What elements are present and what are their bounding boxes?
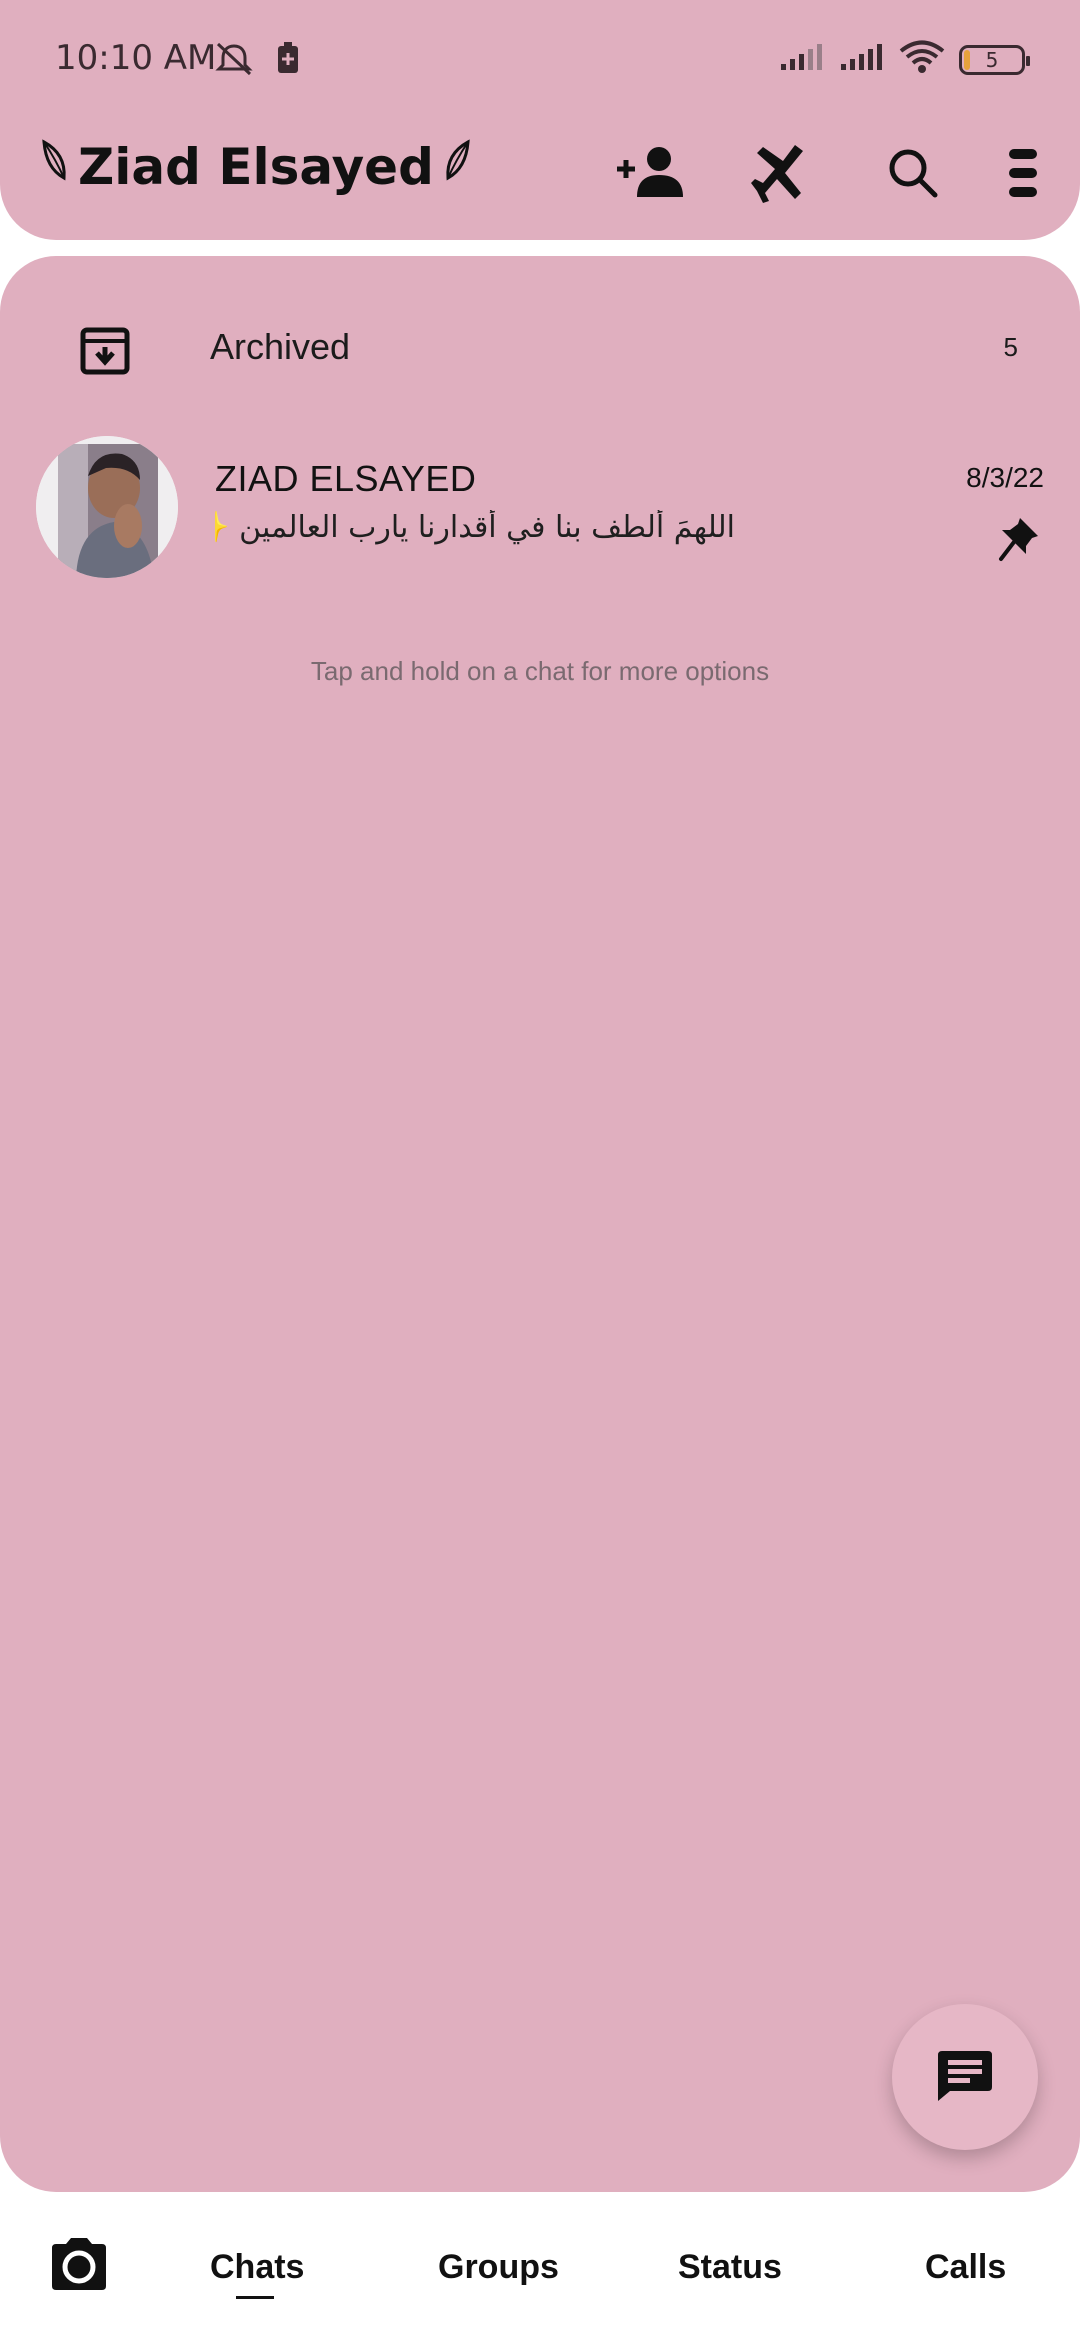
battery-icon: 5 xyxy=(959,44,1030,75)
menu-icon xyxy=(1006,147,1040,204)
add-contact-icon xyxy=(613,145,689,206)
chat-name: ZIAD ELSAYED xyxy=(215,458,477,499)
archived-row[interactable]: Archived 5 xyxy=(0,296,1080,406)
menu-button[interactable] xyxy=(978,130,1068,220)
app-title: Ziad Elsayed xyxy=(40,138,472,196)
status-right-icons: 5 xyxy=(779,40,1030,79)
avatar[interactable] xyxy=(36,436,178,578)
plane-icon xyxy=(749,141,813,210)
app-header: 10:10 AM 5 Ziad Elsayed xyxy=(0,0,1080,240)
status-bar: 10:10 AM 5 xyxy=(0,0,1080,120)
wifi-icon xyxy=(899,40,945,79)
header-title: Ziad Elsayed xyxy=(78,138,434,196)
search-icon xyxy=(887,147,939,204)
tab-chats[interactable]: Chats xyxy=(210,2248,304,2287)
chat-preview: اللهمَ ألطف بنا في أقدارنا يارب العالمين… xyxy=(215,510,735,545)
chat-list-panel: Archived 5 ZIAD ELSAYED 8/3/22 اللهمَ أل… xyxy=(0,256,1080,2192)
camera-icon xyxy=(48,2238,110,2296)
plane-button[interactable] xyxy=(736,130,826,220)
archived-label: Archived xyxy=(210,326,351,367)
add-contact-button[interactable] xyxy=(606,130,696,220)
status-left-icons xyxy=(212,40,300,81)
chat-list-item[interactable]: ZIAD ELSAYED 8/3/22 اللهمَ ألطف بنا في أ… xyxy=(0,426,1080,586)
chat-date: 8/3/22 xyxy=(966,462,1044,493)
leaf-right-icon xyxy=(442,138,472,196)
battery-saver-icon xyxy=(276,41,300,80)
camera-button[interactable] xyxy=(48,2236,110,2292)
mute-notifications-icon xyxy=(212,40,256,81)
battery-level: 5 xyxy=(985,47,999,72)
status-time: 10:10 AM xyxy=(55,38,217,78)
archive-icon xyxy=(78,326,132,381)
battery-fill xyxy=(964,49,970,70)
message-icon xyxy=(936,2047,994,2108)
active-tab-indicator xyxy=(236,2296,274,2299)
tab-groups[interactable]: Groups xyxy=(438,2248,559,2287)
leaf-left-icon xyxy=(40,138,70,196)
archived-count: 5 xyxy=(1003,332,1018,362)
tab-status[interactable]: Status xyxy=(678,2248,782,2287)
signal-icon xyxy=(779,42,825,77)
tab-calls[interactable]: Calls xyxy=(925,2248,1006,2287)
hint-text: Tap and hold on a chat for more options xyxy=(310,656,770,686)
toolbar: Ziad Elsayed xyxy=(0,120,1080,230)
bottom-navigation: Chats Groups Status Calls xyxy=(0,2192,1080,2340)
new-chat-button[interactable] xyxy=(892,2004,1038,2150)
pin-icon xyxy=(998,516,1040,567)
search-button[interactable] xyxy=(868,130,958,220)
signal-icon xyxy=(839,42,885,77)
